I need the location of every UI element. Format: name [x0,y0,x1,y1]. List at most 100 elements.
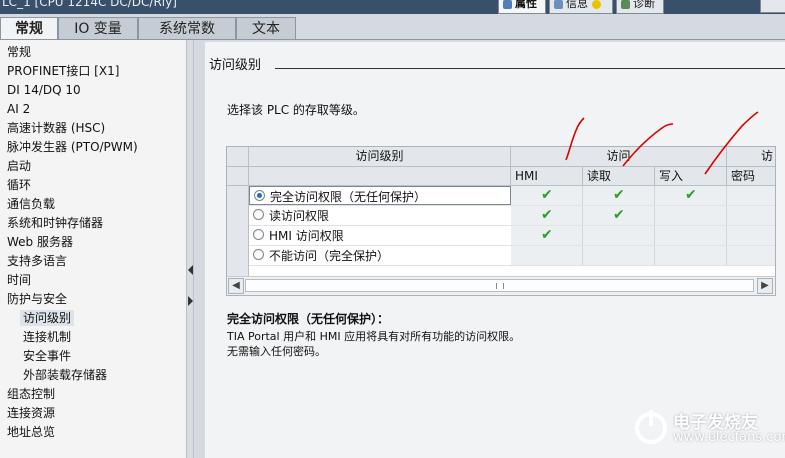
section-divider [275,68,785,69]
option-label: 读访问权限 [269,209,330,223]
cell-read: ✔ [583,186,655,205]
nav-item-address-overview[interactable]: 地址总览 [7,424,55,440]
col-header-access-level: 访问级别 [249,147,511,166]
collapse-left-icon[interactable] [188,265,193,275]
cell-read: ✔ [583,206,655,225]
cell-write [655,246,727,265]
cell-password [727,246,775,265]
table-row[interactable]: 完全访问权限（无任何保护） ✔ ✔ ✔ [249,186,775,206]
nav-item-general[interactable]: 常规 [7,44,31,60]
tab-diagnostics[interactable]: 诊断 [616,0,664,14]
horizontal-scrollbar[interactable]: ◀ ▶ [227,276,775,295]
tab-texts[interactable]: 文本 [236,17,296,40]
nav-item-profinet[interactable]: PROFINET接口 [X1] [7,63,119,79]
nav-item-external-load-memory[interactable]: 外部装载存储器 [23,367,107,383]
properties-icon [503,0,512,9]
info-badge-icon [592,0,601,9]
col-header-extra: 访 [761,149,774,163]
nav-item-multilanguage[interactable]: 支持多语言 [7,253,67,269]
cell-password [727,226,775,245]
check-icon: ✔ [541,207,553,223]
info-icon [554,0,563,9]
tab-properties[interactable]: 属性 [498,0,546,14]
check-icon: ✔ [613,187,625,203]
nav-item-security-events[interactable]: 安全事件 [23,348,71,364]
access-level-table: 访问级别 访问 访 HMI 读取 写入 密码 完全访问权限（无任何保护） ✔ ✔… [226,146,776,296]
tab-io-tags[interactable]: IO 变量 [58,17,138,40]
description-line-2: 无需输入任何密码。 [227,345,326,358]
check-icon: ✔ [541,227,553,243]
description-line-1: TIA Portal 用户和 HMI 应用将具有对所有功能的访问权限。 [227,330,521,343]
row-header-corner [227,147,249,166]
inspector-options-button[interactable] [760,0,785,13]
window-title-bar: LC_1 [CPU 1214C DC/DC/Rly] [0,0,785,14]
check-icon: ✔ [685,187,697,203]
col-header-read: 读取 [583,167,655,185]
nav-item-connection-resources[interactable]: 连接资源 [7,405,55,421]
nav-item-access-level[interactable]: 访问级别 [20,310,75,326]
table-row[interactable]: HMI 访问权限 ✔ [249,226,775,246]
scrollbar-thumb[interactable] [245,279,754,292]
nav-splitter[interactable] [186,40,194,458]
window-title: LC_1 [CPU 1214C DC/DC/Rly] [2,0,177,9]
nav-item-hsc[interactable]: 高速计数器 (HSC) [7,120,105,136]
property-navigation: 常规 PROFINET接口 [X1] DI 14/DQ 10 AI 2 高速计数… [0,40,186,458]
cell-password [727,186,775,205]
main-tabs: 常规 IO 变量 系统常数 文本 [0,17,785,42]
nav-item-protection-security[interactable]: 防护与安全 [7,291,67,307]
access-option-none[interactable]: 不能访问（完全保护） [249,246,511,265]
scroll-right-icon[interactable]: ▶ [757,278,773,294]
watermark-text-en: www.elecfans.com [673,430,785,445]
intro-text: 选择该 PLC 的存取等级。 [227,103,365,117]
watermark-logo: 电子发烧友 www.elecfans.com [633,404,785,454]
radio-full-access[interactable] [254,190,265,201]
cell-read [583,246,655,265]
cell-read [583,226,655,245]
diagnostics-icon [621,0,630,9]
col-header-hmi: HMI [511,167,583,185]
col-subheader-blank [249,167,511,185]
nav-item-comm-load[interactable]: 通信负载 [7,196,55,212]
cell-hmi: ✔ [511,226,583,245]
check-icon: ✔ [541,187,553,203]
nav-item-web-server[interactable]: Web 服务器 [7,234,73,250]
section-title: 访问级别 [209,58,262,73]
table-header-row-1: 访问级别 访问 访 [227,147,775,167]
access-option-full[interactable]: 完全访问权限（无任何保护） [249,186,511,205]
cell-hmi: ✔ [511,206,583,225]
cell-write [655,226,727,245]
cell-write [655,206,727,225]
table-header-row-2: HMI 读取 写入 密码 [227,167,775,186]
access-option-hmi[interactable]: HMI 访问权限 [249,226,511,245]
nav-item-di-dq[interactable]: DI 14/DQ 10 [7,82,81,98]
table-row[interactable]: 读访问权限 ✔ ✔ [249,206,775,226]
tab-system-constants[interactable]: 系统常数 [138,17,236,40]
tab-diagnostics-label: 诊断 [633,0,655,10]
nav-item-connection-mechanisms[interactable]: 连接机制 [23,329,71,345]
description-title: 完全访问权限（无任何保护）： [227,312,390,326]
scroll-left-icon[interactable]: ◀ [228,278,244,294]
nav-item-pto-pwm[interactable]: 脉冲发生器 (PTO/PWM) [7,139,138,155]
nav-item-time[interactable]: 时间 [7,272,31,288]
access-option-read[interactable]: 读访问权限 [249,206,511,225]
tab-info-label: 信息 [566,0,588,10]
radio-hmi-access[interactable] [253,229,264,240]
radio-read-access[interactable] [253,209,264,220]
table-row[interactable]: 不能访问（完全保护） [249,246,775,266]
cell-hmi [511,246,583,265]
tab-properties-label: 属性 [515,0,537,10]
radio-no-access[interactable] [253,249,264,260]
tab-info[interactable]: 信息 [549,0,613,14]
row-header-corner-2 [227,167,249,185]
nav-item-cycle[interactable]: 循环 [7,177,31,193]
option-label: HMI 访问权限 [269,229,344,243]
expand-right-icon[interactable] [188,296,193,306]
nav-item-startup[interactable]: 启动 [7,158,31,174]
nav-item-system-clock-memory[interactable]: 系统和时钟存储器 [7,215,103,231]
nav-item-configuration-control[interactable]: 组态控制 [7,386,55,402]
cell-hmi: ✔ [511,186,583,205]
watermark-emblem-icon [635,410,667,444]
nav-item-ai[interactable]: AI 2 [7,101,30,117]
cell-password [727,206,775,225]
grip-icon [496,283,504,289]
